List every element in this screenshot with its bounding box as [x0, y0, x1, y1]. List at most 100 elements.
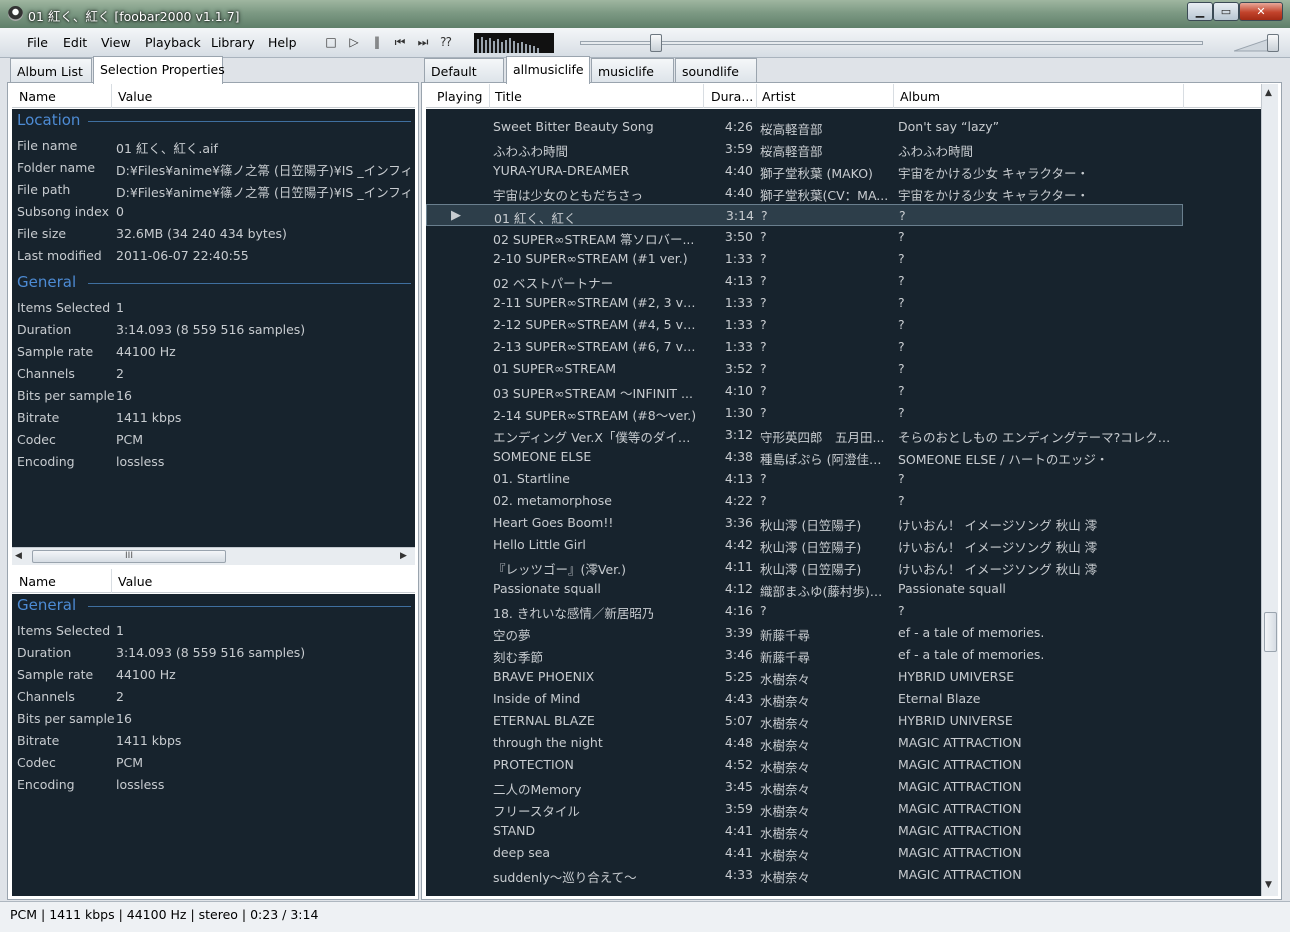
property-row[interactable]: Encoding lossless: [12, 774, 415, 796]
col-separator[interactable]: [111, 84, 112, 108]
playlist-row[interactable]: Passionate squall 4:12 織部まふゆ(藤村歩)、... Passi…: [426, 578, 1183, 600]
next-icon[interactable]: ⏭: [416, 35, 430, 49]
playlist-row[interactable]: 18. きれいな感情／新居昭乃 4:16??: [426, 600, 1183, 622]
playlist-vscrollbar[interactable]: ▲ ▼: [1261, 84, 1278, 896]
playlist-row[interactable]: 2-13 SUPER∞STREAM (#6, 7 ver.) 1:33??: [426, 336, 1183, 358]
property-row[interactable]: File path D:¥Files¥anime¥篠ノ之箒 (日笠陽子)¥IS _…: [12, 179, 415, 201]
playlist-row[interactable]: 2-10 SUPER∞STREAM (#1 ver.) 1:33??: [426, 248, 1183, 270]
playlist-row[interactable]: 2-14 SUPER∞STREAM (#8～ver.) 1:30??: [426, 402, 1183, 424]
previous-icon[interactable]: ⏮: [393, 35, 407, 49]
playlist-row[interactable]: BRAVE PHOENIX 5:25 水樹奈々 HYBRID UMIVERSE: [426, 666, 1183, 688]
playlist-row[interactable]: 02 SUPER∞STREAM 箒ソロバー... 3:50??: [426, 226, 1183, 248]
property-row[interactable]: Items Selected 1: [12, 297, 415, 319]
maximize-button[interactable]: ▭: [1213, 2, 1239, 21]
col-separator[interactable]: [756, 84, 757, 108]
tab-default[interactable]: Default: [424, 58, 504, 83]
col-separator[interactable]: [703, 84, 704, 108]
volume-thumb[interactable]: [1267, 34, 1279, 52]
playlist-row[interactable]: 刻む季節 3:46 新藤千尋 ef - a tale of memories.: [426, 644, 1183, 666]
playlist-row[interactable]: through the night 4:48 水樹奈々 MAGIC ATTRACTIO…: [426, 732, 1183, 754]
tab-allmusiclife[interactable]: allmusiclife: [506, 56, 590, 84]
property-row[interactable]: Channels 2: [12, 363, 415, 385]
pause-icon[interactable]: ‖: [370, 35, 384, 49]
playlist-row[interactable]: 2-12 SUPER∞STREAM (#4, 5 ver.) 1:33??: [426, 314, 1183, 336]
property-row[interactable]: Sample rate 44100 Hz: [12, 664, 415, 686]
playlist-row[interactable]: Inside of Mind 4:43 水樹奈々 Eternal Blaze: [426, 688, 1183, 710]
playlist-row[interactable]: 03 SUPER∞STREAM ～INFINIT ... 4:10??: [426, 380, 1183, 402]
scroll-right-icon[interactable]: ▶: [400, 551, 407, 561]
seek-thumb[interactable]: [650, 34, 662, 52]
property-row[interactable]: Channels 2: [12, 686, 415, 708]
col-name[interactable]: Name: [19, 89, 56, 104]
property-row[interactable]: Encoding lossless: [12, 451, 415, 473]
property-row[interactable]: Codec PCM: [12, 429, 415, 451]
playlist-row[interactable]: 2-11 SUPER∞STREAM (#2, 3 ver.) 1:33??: [426, 292, 1183, 314]
props-top-panel[interactable]: Location File name 01 紅く、紅く.aif Folder name…: [12, 109, 415, 547]
property-row[interactable]: Duration 3:14.093 (8 559 516 samples): [12, 319, 415, 341]
tab-soundlife[interactable]: soundlife: [675, 58, 757, 83]
props-hscrollbar[interactable]: ◀ III ▶: [12, 547, 415, 565]
property-row[interactable]: Duration 3:14.093 (8 559 516 samples): [12, 642, 415, 664]
random-icon[interactable]: ⁇: [439, 35, 453, 49]
property-row[interactable]: Codec PCM: [12, 752, 415, 774]
playlist-row[interactable]: ふわふわ時間 3:59 桜高軽音部 ふわふわ時間: [426, 138, 1183, 160]
playlist-row[interactable]: Hello Little Girl 4:42 秋山澪 (日笠陽子) けいおん！ イメー…: [426, 534, 1183, 556]
playlist-row[interactable]: SOMEONE ELSE 4:38 種島ぽぷら (阿澄佳奈... SOMEONE EL…: [426, 446, 1183, 468]
seek-bar[interactable]: [580, 41, 1203, 45]
menu-file[interactable]: File: [27, 35, 48, 50]
tab-selection-properties[interactable]: Selection Properties: [93, 56, 225, 84]
playlist-row[interactable]: ▶ 01 紅く、紅く 3:14??: [426, 204, 1183, 226]
property-row[interactable]: Items Selected 1: [12, 620, 415, 642]
col-duration[interactable]: Dura...: [711, 89, 753, 104]
col-separator[interactable]: [489, 84, 490, 108]
playlist-row[interactable]: 02. metamorphose 4:22??: [426, 490, 1183, 512]
scroll-down-icon[interactable]: ▼: [1265, 880, 1272, 890]
col-separator[interactable]: [893, 84, 894, 108]
scroll-left-icon[interactable]: ◀: [15, 551, 22, 561]
col-playing[interactable]: Playing: [437, 89, 482, 104]
playlist-row[interactable]: 空の夢 3:39 新藤千尋 ef - a tale of memories.: [426, 622, 1183, 644]
tab-album-list[interactable]: Album List: [10, 58, 92, 83]
col-name[interactable]: Name: [19, 574, 56, 589]
property-row[interactable]: Last modified 2011-06-07 22:40:55: [12, 245, 415, 267]
scroll-thumb[interactable]: III: [32, 550, 226, 563]
col-title[interactable]: Title: [495, 89, 522, 104]
playlist-row[interactable]: 二人のMemory 3:45 水樹奈々 MAGIC ATTRACTION: [426, 776, 1183, 798]
scroll-thumb[interactable]: [1264, 612, 1277, 652]
property-row[interactable]: Folder name D:¥Files¥anime¥篠ノ之箒 (日笠陽子)¥IS…: [12, 157, 415, 179]
menu-library[interactable]: Library: [211, 35, 255, 50]
playlist-row[interactable]: Sweet Bitter Beauty Song 4:26 桜高軽音部 Don't s…: [426, 116, 1183, 138]
col-separator[interactable]: [1183, 84, 1184, 108]
col-album[interactable]: Album: [900, 89, 940, 104]
playlist-row[interactable]: 宇宙は少女のともだちさっ 4:40 獅子堂秋葉(CV：MA... 宇宙をかける少女 キ…: [426, 182, 1183, 204]
playlist-row[interactable]: deep sea 4:41 水樹奈々 MAGIC ATTRACTION: [426, 842, 1183, 864]
col-separator[interactable]: [111, 569, 112, 593]
props-bottom-panel[interactable]: General Items Selected 1 Duration 3:14.093 (…: [12, 594, 415, 896]
playlist-row[interactable]: suddenly～巡り合えて～ 4:33 水樹奈々 MAGIC ATTRACTION: [426, 864, 1183, 886]
playlist-view[interactable]: Sweet Bitter Beauty Song 4:26 桜高軽音部 Don't s…: [426, 109, 1261, 896]
property-row[interactable]: Bits per sample 16: [12, 708, 415, 730]
menu-playback[interactable]: Playback: [145, 35, 201, 50]
col-artist[interactable]: Artist: [762, 89, 795, 104]
property-row[interactable]: Sample rate 44100 Hz: [12, 341, 415, 363]
property-row[interactable]: File name 01 紅く、紅く.aif: [12, 135, 415, 157]
playlist-row[interactable]: エンディング Ver.X「僕等のダイア... 3:12 守形英四郎 五月田... そら…: [426, 424, 1183, 446]
playlist-row[interactable]: Heart Goes Boom!! 3:36 秋山澪 (日笠陽子) けいおん！ イメー…: [426, 512, 1183, 534]
property-row[interactable]: Bitrate 1411 kbps: [12, 407, 415, 429]
menu-view[interactable]: View: [101, 35, 131, 50]
playlist-row[interactable]: 02 ベストパートナー 4:13??: [426, 270, 1183, 292]
play-icon[interactable]: ▷: [347, 35, 361, 49]
playlist-row[interactable]: ETERNAL BLAZE 5:07 水樹奈々 HYBRID UNIVERSE: [426, 710, 1183, 732]
property-row[interactable]: File size 32.6MB (34 240 434 bytes): [12, 223, 415, 245]
playlist-row[interactable]: 01. Startline 4:13??: [426, 468, 1183, 490]
playlist-row[interactable]: フリースタイル 3:59 水樹奈々 MAGIC ATTRACTION: [426, 798, 1183, 820]
playlist-row[interactable]: PROTECTION 4:52 水樹奈々 MAGIC ATTRACTION: [426, 754, 1183, 776]
property-row[interactable]: Bitrate 1411 kbps: [12, 730, 415, 752]
property-row[interactable]: Bits per sample 16: [12, 385, 415, 407]
spectrum-visualizer[interactable]: [474, 33, 554, 53]
col-value[interactable]: Value: [118, 574, 152, 589]
minimize-button[interactable]: ▁: [1187, 2, 1213, 21]
playlist-row[interactable]: 01 SUPER∞STREAM 3:52??: [426, 358, 1183, 380]
title-bar[interactable]: 01 紅く、紅く [foobar2000 v1.1.7] ▁ ▭ ✕: [0, 0, 1290, 28]
playlist-row[interactable]: STAND 4:41 水樹奈々 MAGIC ATTRACTION: [426, 820, 1183, 842]
